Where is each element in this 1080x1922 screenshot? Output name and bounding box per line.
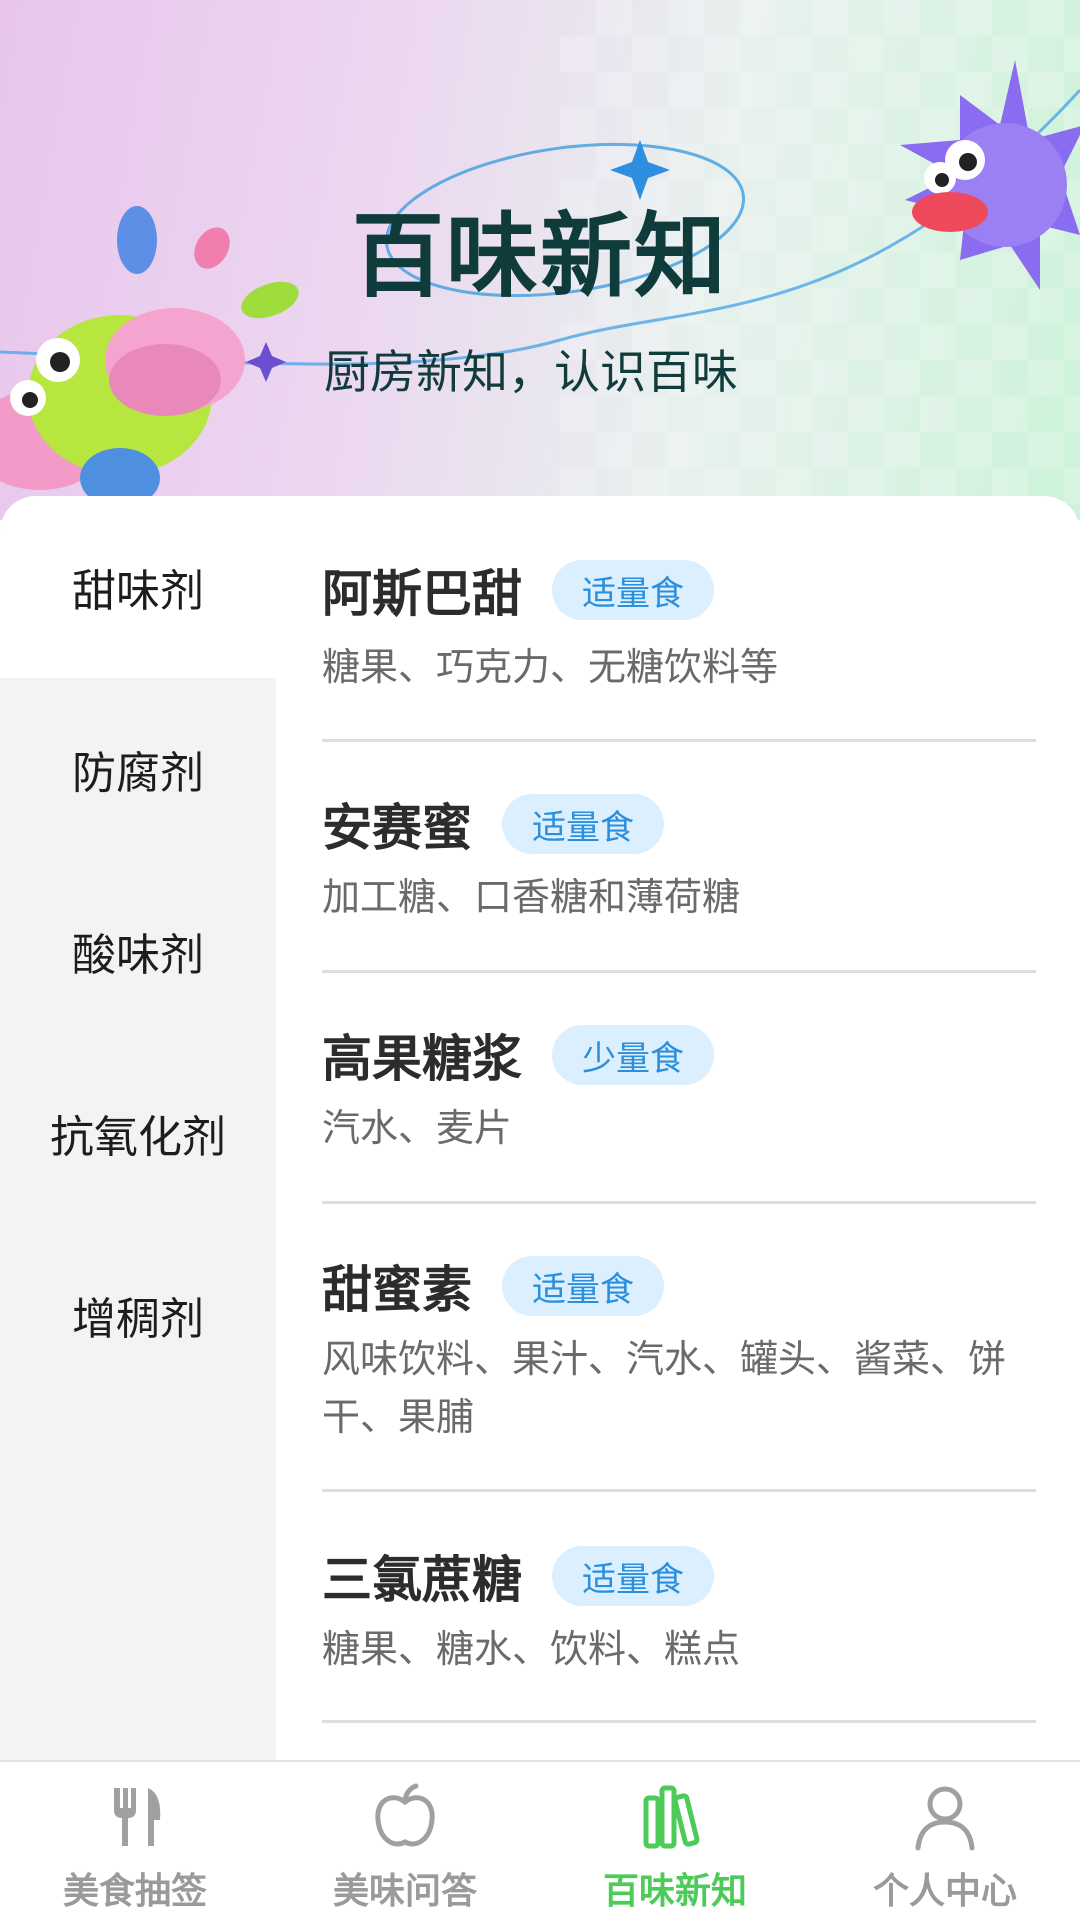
item-description: 糖果、巧克力、无糖饮料等 bbox=[322, 645, 779, 689]
status-badge: 适量食 bbox=[552, 560, 714, 620]
person-icon bbox=[915, 1786, 975, 1851]
sidebar-item-preservative[interactable]: 防腐剂 bbox=[0, 678, 276, 860]
clay-mascot-left bbox=[0, 308, 245, 508]
tab-label: 美味问答 bbox=[332, 1871, 477, 1912]
item-description: 汽水、麦片 bbox=[322, 1106, 513, 1150]
sidebar-item-sweetener[interactable]: 甜味剂 bbox=[0, 496, 276, 678]
status-badge: 适量食 bbox=[552, 1546, 714, 1606]
page-title: 百味新知 bbox=[351, 203, 728, 310]
item-name: 三氯蔗糖 bbox=[322, 1551, 522, 1609]
tab-label: 个人中心 bbox=[872, 1871, 1017, 1912]
list-item[interactable]: 高果糖浆 少量食 汽水、麦片 bbox=[322, 973, 1036, 1204]
list-item[interactable]: 三氯蔗糖 适量食 糖果、糖水、饮料、糕点 bbox=[322, 1492, 1036, 1723]
item-header: 安赛蜜 适量食 bbox=[322, 788, 664, 860]
status-badge: 少量食 bbox=[552, 1025, 714, 1085]
sidebar-item-antioxidant[interactable]: 抗氧化剂 bbox=[0, 1042, 276, 1224]
sparkle-icon-small bbox=[246, 342, 286, 382]
apple-icon bbox=[375, 1783, 435, 1847]
tab-knowledge[interactable]: 百味新知 bbox=[540, 1762, 810, 1922]
header-banner: 百味新知 厨房新知，认识百味 bbox=[0, 0, 1080, 520]
list-item[interactable]: 甜蜜素 适量食 风味饮料、果汁、汽水、罐头、酱菜、饼干、果脯 bbox=[322, 1204, 1036, 1492]
tab-label: 美食抽签 bbox=[62, 1871, 207, 1912]
item-header: 阿斯巴甜 适量食 bbox=[322, 554, 714, 626]
tab-taste-qa[interactable]: 美味问答 bbox=[270, 1762, 540, 1922]
page-subtitle: 厨房新知，认识百味 bbox=[324, 345, 738, 399]
item-name: 阿斯巴甜 bbox=[322, 565, 522, 623]
item-header: 甜蜜素 适量食 bbox=[322, 1250, 664, 1322]
item-header: 三氯蔗糖 适量食 bbox=[322, 1540, 714, 1612]
list-item[interactable]: 安赛蜜 适量食 加工糖、口香糖和薄荷糖 bbox=[322, 742, 1036, 973]
item-header: 高果糖浆 少量食 bbox=[322, 1019, 714, 1091]
tab-label: 百味新知 bbox=[602, 1871, 747, 1912]
sidebar-item-label: 抗氧化剂 bbox=[50, 1112, 226, 1163]
tab-food-draw[interactable]: 美食抽签 bbox=[0, 1762, 270, 1922]
category-sidebar: 甜味剂 防腐剂 酸味剂 抗氧化剂 增稠剂 bbox=[0, 496, 276, 1760]
books-icon bbox=[643, 1785, 700, 1849]
fork-knife-icon bbox=[114, 1788, 161, 1846]
item-description: 风味饮料、果汁、汽水、罐头、酱菜、饼干、果脯 bbox=[322, 1337, 1007, 1439]
sidebar-item-thickener[interactable]: 增稠剂 bbox=[0, 1224, 276, 1406]
status-badge: 适量食 bbox=[502, 1256, 664, 1316]
item-name: 甜蜜素 bbox=[322, 1261, 472, 1319]
sidebar-item-label: 增稠剂 bbox=[72, 1294, 204, 1345]
bottom-tab-bar: 美食抽签 美味问答 百味新知 个人中心 bbox=[0, 1760, 1080, 1922]
tab-profile[interactable]: 个人中心 bbox=[810, 1762, 1080, 1922]
item-description: 加工糖、口香糖和薄荷糖 bbox=[322, 875, 741, 919]
status-badge: 适量食 bbox=[502, 794, 664, 854]
content-panel: 甜味剂 防腐剂 酸味剂 抗氧化剂 增稠剂 阿斯巴甜 适量食 糖果、巧克力、无糖饮… bbox=[0, 496, 1080, 1760]
sidebar-item-label: 甜味剂 bbox=[72, 566, 204, 617]
list-item[interactable]: 阿斯巴甜 适量食 糖果、巧克力、无糖饮料等 bbox=[322, 496, 1036, 742]
item-name: 安赛蜜 bbox=[322, 799, 472, 857]
sidebar-item-label: 防腐剂 bbox=[72, 748, 204, 799]
item-name: 高果糖浆 bbox=[322, 1030, 522, 1088]
sidebar-item-acidulant[interactable]: 酸味剂 bbox=[0, 860, 276, 1042]
sidebar-item-label: 酸味剂 bbox=[72, 930, 204, 981]
item-description: 糖果、糖水、饮料、糕点 bbox=[322, 1627, 741, 1671]
